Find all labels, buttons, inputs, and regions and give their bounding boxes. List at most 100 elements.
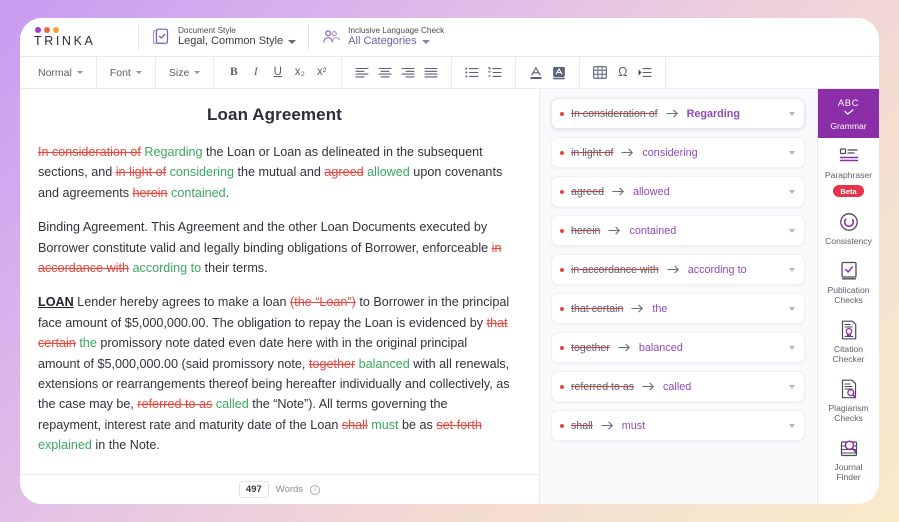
inserted-text: Regarding <box>144 145 203 159</box>
suggestion-bullet-icon <box>560 306 564 311</box>
arrow-right-icon <box>665 109 679 118</box>
document-editor[interactable]: Loan Agreement In consideration of Regar… <box>20 89 540 474</box>
rail-item-grammar[interactable]: ABC Grammar <box>818 89 879 138</box>
publication-checks-icon <box>838 260 860 282</box>
suggestion-original-text: in light of <box>571 146 614 159</box>
emphasized-text: LOAN <box>38 295 74 310</box>
chevron-down-icon[interactable] <box>789 345 795 350</box>
font-dropdown[interactable]: Font <box>110 67 142 79</box>
app-body: Loan Agreement In consideration of Regar… <box>20 89 879 504</box>
body-text: Lender hereby agrees to make a loan <box>73 295 291 310</box>
chevron-down-icon[interactable] <box>789 228 795 233</box>
chevron-down-icon[interactable] <box>288 40 297 45</box>
special-character-icon[interactable]: Ω <box>616 65 629 81</box>
rail-item-label: Journal Finder <box>834 462 863 482</box>
suggestion-replacement-text: balanced <box>638 341 683 354</box>
rail-item-publication-checks[interactable]: Publication Checks <box>818 253 879 312</box>
plagiarism-checks-icon <box>838 378 860 400</box>
toolbar-group-alignment <box>342 57 453 88</box>
inserted-text: must <box>371 417 399 432</box>
bold-button[interactable]: B <box>227 65 240 81</box>
suggestion-original-text: shall <box>571 419 593 432</box>
deleted-text: shall <box>341 417 368 432</box>
rail-item-plagiarism-checks[interactable]: Plagiarism Checks <box>818 371 879 430</box>
document-style-label: Document Style <box>178 25 236 35</box>
chevron-down-icon[interactable] <box>789 306 795 311</box>
chevron-down-icon <box>135 71 142 74</box>
highlight-color-icon[interactable] <box>552 65 566 81</box>
document-style-icon <box>151 27 171 47</box>
chevron-down-icon[interactable] <box>789 267 795 272</box>
italic-button[interactable]: I <box>249 65 262 81</box>
suggestion-original-text: together <box>571 341 610 354</box>
suggestion-card[interactable]: in light of considering <box>551 137 805 168</box>
deleted-text: In consideration of <box>38 145 141 159</box>
suggestion-card[interactable]: that certain the <box>551 293 805 324</box>
document-paragraph: In consideration of Regarding the Loan o… <box>38 142 511 203</box>
style-dropdown[interactable]: Normal <box>38 67 83 79</box>
inclusive-language-value-text: All Categories <box>348 35 417 48</box>
underline-button[interactable]: U <box>271 65 284 81</box>
align-left-icon[interactable] <box>355 65 369 81</box>
body-text: be as <box>398 417 437 432</box>
inclusive-language-value[interactable]: All Categories <box>348 35 444 48</box>
chevron-down-icon[interactable] <box>421 40 430 45</box>
text-color-icon[interactable] <box>529 65 543 81</box>
bullet-list-icon[interactable] <box>465 65 479 81</box>
suggestion-replacement-text: must <box>621 419 646 432</box>
suggestion-original-text: in accordance with <box>571 263 659 276</box>
rail-item-paraphraser[interactable]: Paraphraser Beta <box>818 138 879 204</box>
document-paragraph: Binding Agreement. This Agreement and th… <box>38 217 511 278</box>
info-icon[interactable]: i <box>310 484 321 495</box>
size-dropdown-label: Size <box>168 66 190 79</box>
suggestion-card[interactable]: in accordance with according to <box>551 254 805 285</box>
rail-item-citation-checker[interactable]: Citation Checker <box>818 312 879 371</box>
suggestion-card[interactable]: In consideration of Regarding <box>551 98 805 129</box>
document-style-selector[interactable]: Document Style Legal, Common Style <box>151 25 297 48</box>
logo-wordmark: TRINKA <box>34 33 96 48</box>
arrow-right-icon <box>612 187 625 196</box>
toolbar-group-text-format: B I U x₂ x² <box>214 57 343 88</box>
suggestions-panel[interactable]: In consideration of Regarding in light of c… <box>540 89 817 504</box>
suggestion-card[interactable]: shall must <box>551 410 805 441</box>
size-dropdown[interactable]: Size <box>168 66 201 79</box>
suggestion-replacement-text: allowed <box>633 185 670 198</box>
inserted-text: contained <box>171 185 226 200</box>
suggestion-replacement-text: considering <box>642 146 698 159</box>
indent-icon[interactable] <box>638 65 652 81</box>
app-header: TRINKA Document Style Legal, Common Styl… <box>20 18 879 56</box>
rail-item-label: Citation Checker <box>832 344 865 364</box>
suggestion-bullet-icon <box>560 423 564 428</box>
subscript-button[interactable]: x₂ <box>293 65 306 81</box>
chevron-down-icon[interactable] <box>789 150 795 155</box>
align-justify-icon[interactable] <box>424 65 438 81</box>
rail-item-journal-finder[interactable]: Journal Finder <box>818 430 879 489</box>
word-count-value: 497 <box>238 481 269 498</box>
suggestion-card[interactable]: herein contained <box>551 215 805 246</box>
superscript-button[interactable]: x² <box>315 65 328 81</box>
inclusive-language-selector[interactable]: Inclusive Language Check All Categories <box>321 26 444 48</box>
align-right-icon[interactable] <box>401 65 415 81</box>
chevron-down-icon[interactable] <box>789 384 795 389</box>
rail-item-consistency[interactable]: Consistency <box>818 204 879 253</box>
suggestion-bullet-icon <box>560 150 564 155</box>
deleted-text: agreed <box>324 165 364 180</box>
numbered-list-icon[interactable] <box>488 65 502 81</box>
align-center-icon[interactable] <box>378 65 392 81</box>
document-paragraph: LOAN Lender hereby agrees to make a loan… <box>38 292 511 455</box>
suggestion-card[interactable]: agreed allowed <box>551 176 805 207</box>
chevron-down-icon[interactable] <box>789 423 795 428</box>
inserted-text: according to <box>132 261 202 276</box>
chevron-down-icon[interactable] <box>789 111 795 116</box>
document-style-value[interactable]: Legal, Common Style <box>178 35 297 48</box>
trinka-logo[interactable]: TRINKA <box>34 26 126 48</box>
table-icon[interactable] <box>593 65 608 81</box>
chevron-down-icon[interactable] <box>789 189 795 194</box>
suggestion-original-text: In consideration of <box>571 107 658 120</box>
suggestion-card[interactable]: referred to as called <box>551 371 805 402</box>
consistency-icon <box>838 211 860 233</box>
document-paragraphs: In consideration of Regarding the Loan o… <box>38 142 511 456</box>
suggestion-card[interactable]: together balanced <box>551 332 805 363</box>
suggestion-bullet-icon <box>560 189 564 194</box>
